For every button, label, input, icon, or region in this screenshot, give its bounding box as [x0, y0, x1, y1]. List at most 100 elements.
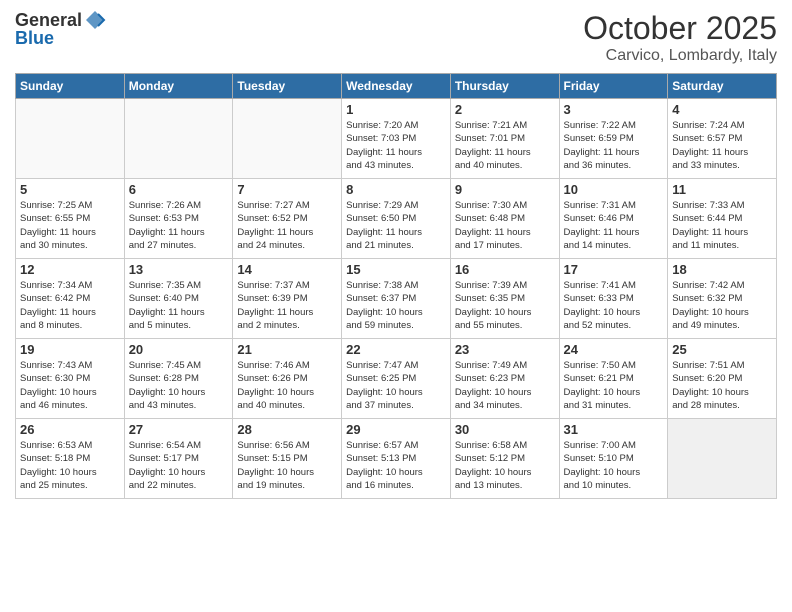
day-number: 18	[672, 262, 772, 277]
calendar-cell	[233, 99, 342, 179]
calendar-cell: 3Sunrise: 7:22 AMSunset: 6:59 PMDaylight…	[559, 99, 668, 179]
day-info: Sunrise: 6:53 AMSunset: 5:18 PMDaylight:…	[20, 439, 120, 492]
day-info: Sunrise: 6:57 AMSunset: 5:13 PMDaylight:…	[346, 439, 446, 492]
calendar-cell: 7Sunrise: 7:27 AMSunset: 6:52 PMDaylight…	[233, 179, 342, 259]
day-info: Sunrise: 7:35 AMSunset: 6:40 PMDaylight:…	[129, 279, 229, 332]
week-row-2: 5Sunrise: 7:25 AMSunset: 6:55 PMDaylight…	[16, 179, 777, 259]
logo: General Blue	[15, 10, 106, 49]
day-number: 28	[237, 422, 337, 437]
day-number: 8	[346, 182, 446, 197]
day-info: Sunrise: 7:34 AMSunset: 6:42 PMDaylight:…	[20, 279, 120, 332]
day-number: 25	[672, 342, 772, 357]
day-info: Sunrise: 7:42 AMSunset: 6:32 PMDaylight:…	[672, 279, 772, 332]
calendar-cell: 6 Sunrise: 7:26 AMSunset: 6:53 PMDaylight…	[124, 179, 233, 259]
day-info: Sunrise: 7:33 AMSunset: 6:44 PMDaylight:…	[672, 199, 772, 252]
day-number: 1	[346, 102, 446, 117]
weekday-header-friday: Friday	[559, 74, 668, 99]
day-number: 17	[564, 262, 664, 277]
calendar-cell: 10Sunrise: 7:31 AMSunset: 6:46 PMDayligh…	[559, 179, 668, 259]
day-info: Sunrise: 7:30 AMSunset: 6:48 PMDaylight:…	[455, 199, 555, 252]
weekday-header-saturday: Saturday	[668, 74, 777, 99]
logo-icon	[84, 9, 106, 31]
calendar-table: SundayMondayTuesdayWednesdayThursdayFrid…	[15, 73, 777, 499]
day-number: 29	[346, 422, 446, 437]
weekday-header-wednesday: Wednesday	[342, 74, 451, 99]
calendar-cell: 31Sunrise: 7:00 AMSunset: 5:10 PMDayligh…	[559, 419, 668, 499]
day-number: 9	[455, 182, 555, 197]
weekday-header-sunday: Sunday	[16, 74, 125, 99]
day-number: 24	[564, 342, 664, 357]
day-info: Sunrise: 7:25 AMSunset: 6:55 PMDaylight:…	[20, 199, 120, 252]
day-info: Sunrise: 7:43 AMSunset: 6:30 PMDaylight:…	[20, 359, 120, 412]
day-info: Sunrise: 7:37 AMSunset: 6:39 PMDaylight:…	[237, 279, 337, 332]
calendar-cell: 26 Sunrise: 6:53 AMSunset: 5:18 PMDayligh…	[16, 419, 125, 499]
day-number: 7	[237, 182, 337, 197]
day-number: 31	[564, 422, 664, 437]
day-info: Sunrise: 7:45 AMSunset: 6:28 PMDaylight:…	[129, 359, 229, 412]
day-number: 27	[129, 422, 229, 437]
day-number: 12	[20, 262, 120, 277]
day-number: 26	[20, 422, 120, 437]
calendar-cell: 27 Sunrise: 6:54 AMSunset: 5:17 PMDayligh…	[124, 419, 233, 499]
calendar-cell: 28Sunrise: 6:56 AMSunset: 5:15 PMDayligh…	[233, 419, 342, 499]
header: General Blue October 2025 Carvico, Lomba…	[15, 10, 777, 65]
calendar-cell: 4Sunrise: 7:24 AMSunset: 6:57 PMDaylight…	[668, 99, 777, 179]
calendar-title: October 2025	[583, 10, 777, 47]
day-info: Sunrise: 7:47 AMSunset: 6:25 PMDaylight:…	[346, 359, 446, 412]
calendar-cell	[16, 99, 125, 179]
weekday-header-tuesday: Tuesday	[233, 74, 342, 99]
calendar-cell: 29 Sunrise: 6:57 AMSunset: 5:13 PMDayligh…	[342, 419, 451, 499]
day-number: 23	[455, 342, 555, 357]
calendar-cell: 16Sunrise: 7:39 AMSunset: 6:35 PMDayligh…	[450, 259, 559, 339]
day-number: 13	[129, 262, 229, 277]
day-info: Sunrise: 7:24 AMSunset: 6:57 PMDaylight:…	[672, 119, 772, 172]
day-number: 6	[129, 182, 229, 197]
day-info: Sunrise: 7:46 AMSunset: 6:26 PMDaylight:…	[237, 359, 337, 412]
calendar-cell: 8 Sunrise: 7:29 AMSunset: 6:50 PMDaylight…	[342, 179, 451, 259]
day-info: Sunrise: 7:38 AMSunset: 6:37 PMDaylight:…	[346, 279, 446, 332]
calendar-cell: 30 Sunrise: 6:58 AMSunset: 5:12 PMDayligh…	[450, 419, 559, 499]
day-number: 16	[455, 262, 555, 277]
calendar-cell: 25 Sunrise: 7:51 AMSunset: 6:20 PMDayligh…	[668, 339, 777, 419]
day-number: 14	[237, 262, 337, 277]
day-info: Sunrise: 7:20 AMSunset: 7:03 PMDaylight:…	[346, 119, 446, 172]
day-number: 15	[346, 262, 446, 277]
day-number: 20	[129, 342, 229, 357]
calendar-cell: 1 Sunrise: 7:20 AMSunset: 7:03 PMDaylight…	[342, 99, 451, 179]
day-number: 11	[672, 182, 772, 197]
calendar-cell: 20 Sunrise: 7:45 AMSunset: 6:28 PMDayligh…	[124, 339, 233, 419]
day-number: 3	[564, 102, 664, 117]
weekday-header-thursday: Thursday	[450, 74, 559, 99]
day-number: 2	[455, 102, 555, 117]
day-info: Sunrise: 7:26 AMSunset: 6:53 PMDaylight:…	[129, 199, 229, 252]
calendar-cell: 21Sunrise: 7:46 AMSunset: 6:26 PMDayligh…	[233, 339, 342, 419]
calendar-cell: 19 Sunrise: 7:43 AMSunset: 6:30 PMDayligh…	[16, 339, 125, 419]
day-info: Sunrise: 7:51 AMSunset: 6:20 PMDaylight:…	[672, 359, 772, 412]
calendar-cell: 23 Sunrise: 7:49 AMSunset: 6:23 PMDayligh…	[450, 339, 559, 419]
calendar-subtitle: Carvico, Lombardy, Italy	[583, 47, 777, 65]
calendar-cell: 9 Sunrise: 7:30 AMSunset: 6:48 PMDaylight…	[450, 179, 559, 259]
title-block: October 2025 Carvico, Lombardy, Italy	[583, 10, 777, 65]
calendar-cell: 17Sunrise: 7:41 AMSunset: 6:33 PMDayligh…	[559, 259, 668, 339]
calendar-cell: 24 Sunrise: 7:50 AMSunset: 6:21 PMDayligh…	[559, 339, 668, 419]
calendar-cell: 15 Sunrise: 7:38 AMSunset: 6:37 PMDayligh…	[342, 259, 451, 339]
calendar-cell	[124, 99, 233, 179]
day-number: 30	[455, 422, 555, 437]
week-row-5: 26 Sunrise: 6:53 AMSunset: 5:18 PMDayligh…	[16, 419, 777, 499]
weekday-header-row: SundayMondayTuesdayWednesdayThursdayFrid…	[16, 74, 777, 99]
calendar-cell: 2Sunrise: 7:21 AMSunset: 7:01 PMDaylight…	[450, 99, 559, 179]
calendar-cell: 22 Sunrise: 7:47 AMSunset: 6:25 PMDayligh…	[342, 339, 451, 419]
day-info: Sunrise: 6:54 AMSunset: 5:17 PMDaylight:…	[129, 439, 229, 492]
day-info: Sunrise: 6:58 AMSunset: 5:12 PMDaylight:…	[455, 439, 555, 492]
day-info: Sunrise: 7:49 AMSunset: 6:23 PMDaylight:…	[455, 359, 555, 412]
weekday-header-monday: Monday	[124, 74, 233, 99]
week-row-4: 19 Sunrise: 7:43 AMSunset: 6:30 PMDayligh…	[16, 339, 777, 419]
calendar-cell: 12 Sunrise: 7:34 AMSunset: 6:42 PMDayligh…	[16, 259, 125, 339]
day-number: 19	[20, 342, 120, 357]
calendar-cell: 11 Sunrise: 7:33 AMSunset: 6:44 PMDayligh…	[668, 179, 777, 259]
page-container: General Blue October 2025 Carvico, Lomba…	[0, 0, 792, 509]
day-number: 22	[346, 342, 446, 357]
day-info: Sunrise: 7:29 AMSunset: 6:50 PMDaylight:…	[346, 199, 446, 252]
calendar-cell: 18 Sunrise: 7:42 AMSunset: 6:32 PMDayligh…	[668, 259, 777, 339]
day-info: Sunrise: 7:50 AMSunset: 6:21 PMDaylight:…	[564, 359, 664, 412]
